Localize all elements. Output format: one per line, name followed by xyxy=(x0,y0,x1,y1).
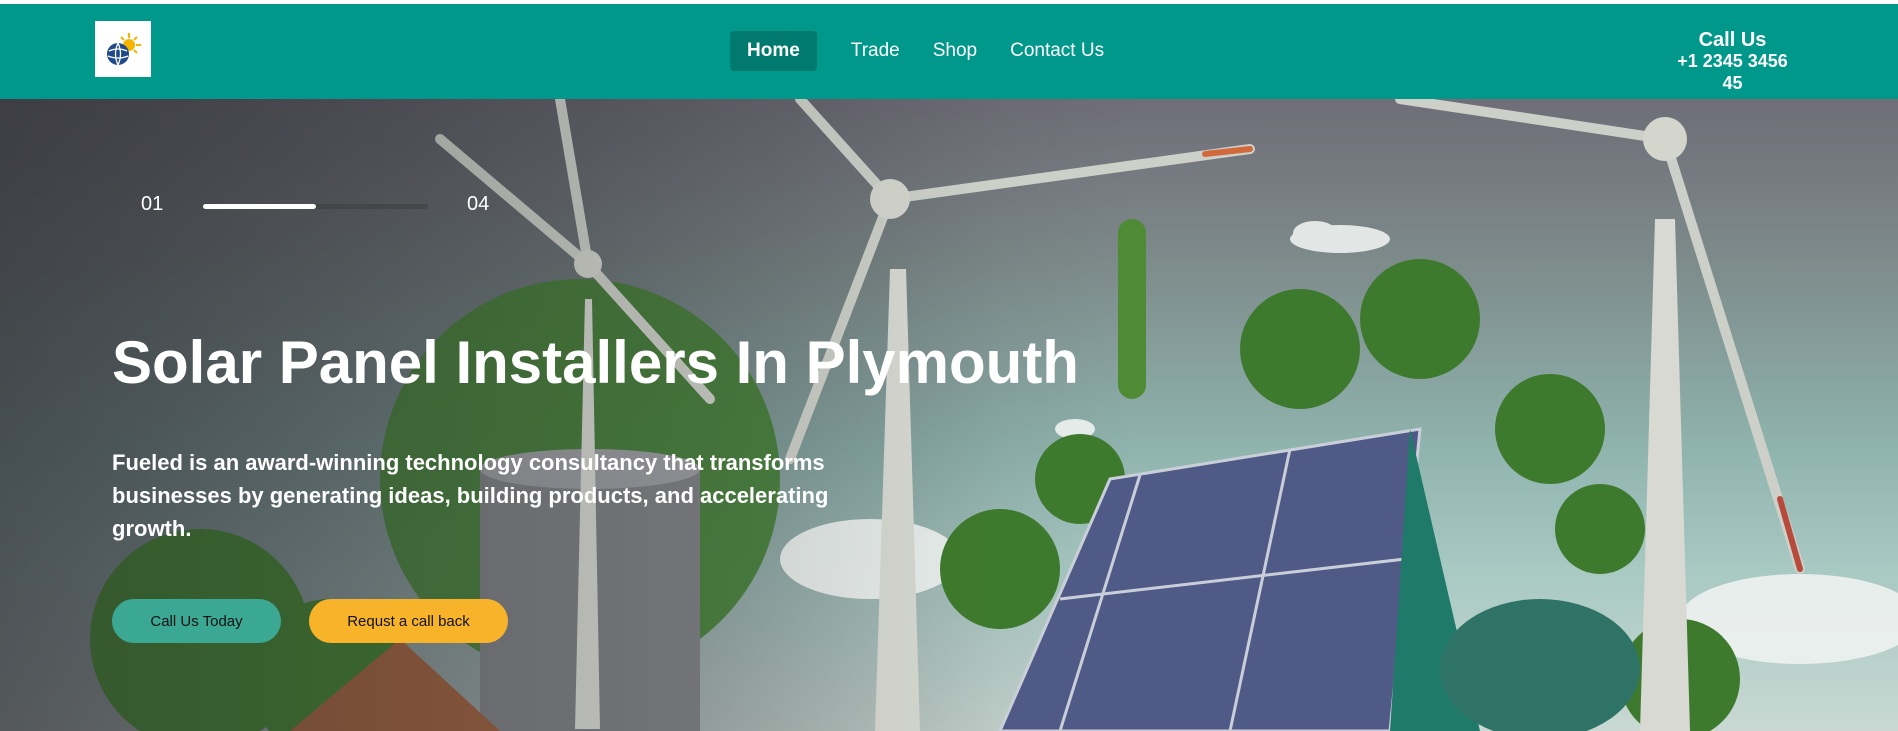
nav-trade[interactable]: Trade xyxy=(851,40,900,62)
request-call-back-button[interactable]: Requst a call back xyxy=(309,599,508,643)
nav-contact-us[interactable]: Contact Us xyxy=(1010,40,1104,62)
hero-section: 01 04 Solar Panel Installers In Plymouth… xyxy=(0,99,1898,731)
slider-progress-bar[interactable] xyxy=(203,204,428,209)
logo[interactable] xyxy=(95,21,151,77)
nav-home[interactable]: Home xyxy=(730,31,817,71)
slider-progress-fill xyxy=(203,204,316,209)
main-nav: Home Trade Shop Contact Us xyxy=(730,31,1137,71)
navbar: Home Trade Shop Contact Us Call Us +1 23… xyxy=(0,4,1898,99)
call-us-block[interactable]: Call Us +1 2345 3456 45 xyxy=(1670,30,1795,94)
nav-shop[interactable]: Shop xyxy=(933,40,977,62)
sun-globe-icon xyxy=(107,33,141,66)
hero-background-image xyxy=(0,99,1898,731)
slider-current: 01 xyxy=(141,193,164,215)
call-us-label: Call Us xyxy=(1698,29,1767,51)
slider-total: 04 xyxy=(467,193,490,215)
call-us-today-button[interactable]: Call Us Today xyxy=(112,599,281,643)
hero-description: Fueled is an award-winning technology co… xyxy=(112,450,829,541)
phone-number[interactable]: +1 2345 3456 45 xyxy=(1670,50,1795,94)
hero-title: Solar Panel Installers In Plymouth xyxy=(112,329,1079,396)
